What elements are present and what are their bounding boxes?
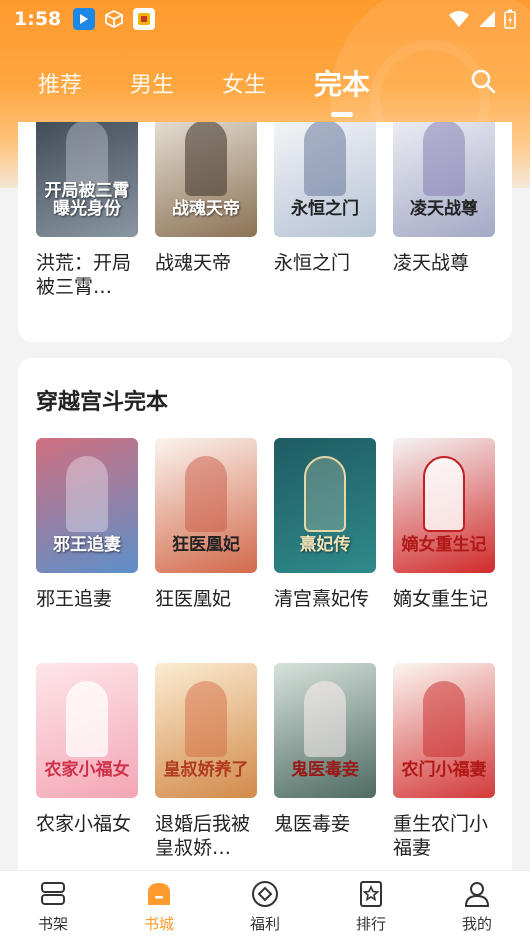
cover-text: 凌天战尊 bbox=[410, 199, 478, 220]
book-cover[interactable]: 战魂天帝 bbox=[155, 122, 257, 237]
book-title: 鬼医毒妾 bbox=[274, 813, 351, 835]
cover-text: 鬼医毒妾 bbox=[291, 760, 359, 781]
book-title: 嫡女重生记 bbox=[393, 588, 489, 610]
book-item[interactable]: 凌天战尊 凌天战尊 bbox=[393, 122, 495, 275]
book-item[interactable]: 邪王追妻 邪王追妻 bbox=[36, 438, 138, 611]
cover-text: 农家小福女 bbox=[44, 760, 130, 781]
book-cover[interactable]: 凌天战尊 bbox=[393, 122, 495, 237]
cover-figure bbox=[423, 681, 465, 757]
book-section-card: 开局被三霄曝光身份 洪荒：开局被三霄… 战魂天帝 战魂天帝 永恒之门 永恒之门 … bbox=[18, 122, 512, 342]
section-title: 穿越宫斗完本 bbox=[36, 390, 169, 415]
book-title: 凌天战尊 bbox=[393, 252, 470, 274]
cover-figure bbox=[66, 456, 108, 532]
book-section-card: 穿越宫斗完本 邪王追妻 邪王追妻 狂医凰妃 狂医凰妃 熹妃传 清宫熹妃传 嫡女重… bbox=[18, 358, 512, 870]
signal-icon bbox=[479, 11, 495, 27]
cover-figure bbox=[423, 456, 465, 532]
cover-text: 邪王追妻 bbox=[53, 535, 121, 556]
tab-completed[interactable]: 完本 bbox=[314, 63, 370, 103]
cover-figure bbox=[304, 456, 346, 532]
nav-label: 书城 bbox=[143, 915, 174, 933]
book-cover[interactable]: 永恒之门 bbox=[274, 122, 376, 237]
book-item[interactable]: 永恒之门 永恒之门 bbox=[274, 122, 376, 275]
cover-text: 嫡女重生记 bbox=[401, 535, 487, 556]
cover-figure bbox=[304, 681, 346, 757]
category-tabs: 推荐 男生 女生 完本 bbox=[0, 58, 530, 108]
book-title: 清宫熹妃传 bbox=[274, 588, 370, 610]
nav-profile[interactable]: 我的 bbox=[437, 879, 517, 934]
nav-bookshelf[interactable]: 书架 bbox=[13, 879, 93, 934]
book-item[interactable]: 鬼医毒妾 鬼医毒妾 bbox=[274, 663, 376, 836]
nav-label: 我的 bbox=[461, 915, 492, 933]
app-notification-icon bbox=[73, 8, 96, 30]
cover-text: 农门小福妻 bbox=[401, 760, 487, 781]
cover-text: 永恒之门 bbox=[291, 199, 359, 220]
nav-ranking[interactable]: 排行 bbox=[331, 879, 411, 934]
status-time: 1:58 bbox=[14, 8, 62, 30]
book-title: 狂医凰妃 bbox=[155, 588, 232, 610]
book-title: 重生农门小福妻 bbox=[393, 813, 489, 859]
tab-female[interactable]: 女生 bbox=[222, 67, 266, 99]
book-cover[interactable]: 狂医凰妃 bbox=[155, 438, 257, 573]
gift-icon bbox=[252, 881, 278, 907]
book-cover[interactable]: 鬼医毒妾 bbox=[274, 663, 376, 798]
box-icon bbox=[103, 8, 125, 30]
app-badge-icon bbox=[133, 8, 156, 30]
book-item[interactable]: 熹妃传 清宫熹妃传 bbox=[274, 438, 376, 611]
book-cover[interactable]: 开局被三霄曝光身份 bbox=[36, 122, 138, 237]
bookstore-icon bbox=[148, 883, 170, 905]
cover-text: 皇叔娇养了 bbox=[163, 760, 249, 781]
nav-label: 福利 bbox=[249, 915, 280, 933]
cover-figure bbox=[66, 681, 108, 757]
book-cover[interactable]: 邪王追妻 bbox=[36, 438, 138, 573]
wifi-icon bbox=[449, 11, 469, 27]
book-item[interactable]: 狂医凰妃 狂医凰妃 bbox=[155, 438, 257, 611]
tab-male[interactable]: 男生 bbox=[130, 67, 174, 99]
status-bar: 1:58 bbox=[0, 0, 530, 38]
book-cover[interactable]: 农家小福女 bbox=[36, 663, 138, 798]
book-title: 永恒之门 bbox=[274, 252, 351, 274]
book-item[interactable]: 战魂天帝 战魂天帝 bbox=[155, 122, 257, 275]
cover-figure bbox=[423, 122, 465, 196]
cover-text: 战魂天帝 bbox=[172, 199, 240, 220]
profile-icon bbox=[464, 882, 490, 907]
cover-text: 狂医凰妃 bbox=[172, 535, 240, 556]
nav-label: 排行 bbox=[355, 915, 386, 933]
cover-text: 开局被三霄曝光身份 bbox=[44, 181, 130, 220]
book-title: 战魂天帝 bbox=[155, 252, 232, 274]
cover-figure bbox=[304, 122, 346, 196]
nav-label: 书架 bbox=[37, 915, 68, 933]
cover-figure bbox=[185, 681, 227, 757]
tab-recommend[interactable]: 推荐 bbox=[38, 67, 82, 99]
book-item[interactable]: 皇叔娇养了 退婚后我被皇叔娇… bbox=[155, 663, 257, 860]
book-item[interactable]: 农门小福妻 重生农门小福妻 bbox=[393, 663, 495, 860]
book-cover[interactable]: 熹妃传 bbox=[274, 438, 376, 573]
nav-bookstore[interactable]: 书城 bbox=[119, 879, 199, 934]
battery-icon bbox=[504, 9, 516, 29]
book-item[interactable]: 农家小福女 农家小福女 bbox=[36, 663, 138, 836]
bottom-navigation: 书架 书城 福利 排行 我的 bbox=[0, 870, 530, 942]
book-item[interactable]: 开局被三霄曝光身份 洪荒：开局被三霄… bbox=[36, 122, 138, 299]
book-title: 邪王追妻 bbox=[36, 588, 113, 610]
nav-welfare[interactable]: 福利 bbox=[225, 879, 305, 934]
book-cover[interactable]: 农门小福妻 bbox=[393, 663, 495, 798]
book-cover[interactable]: 嫡女重生记 bbox=[393, 438, 495, 573]
book-title: 洪荒：开局被三霄… bbox=[36, 252, 132, 298]
book-item[interactable]: 嫡女重生记 嫡女重生记 bbox=[393, 438, 495, 611]
main-content: 开局被三霄曝光身份 洪荒：开局被三霄… 战魂天帝 战魂天帝 永恒之门 永恒之门 … bbox=[0, 122, 530, 870]
book-cover[interactable]: 皇叔娇养了 bbox=[155, 663, 257, 798]
search-icon[interactable] bbox=[470, 68, 496, 94]
cover-figure bbox=[185, 122, 227, 196]
ranking-icon bbox=[360, 881, 382, 907]
book-title: 退婚后我被皇叔娇… bbox=[155, 813, 251, 859]
book-title: 农家小福女 bbox=[36, 813, 132, 835]
cover-text: 熹妃传 bbox=[299, 535, 351, 556]
cover-figure bbox=[185, 456, 227, 532]
bookshelf-icon bbox=[41, 882, 65, 905]
